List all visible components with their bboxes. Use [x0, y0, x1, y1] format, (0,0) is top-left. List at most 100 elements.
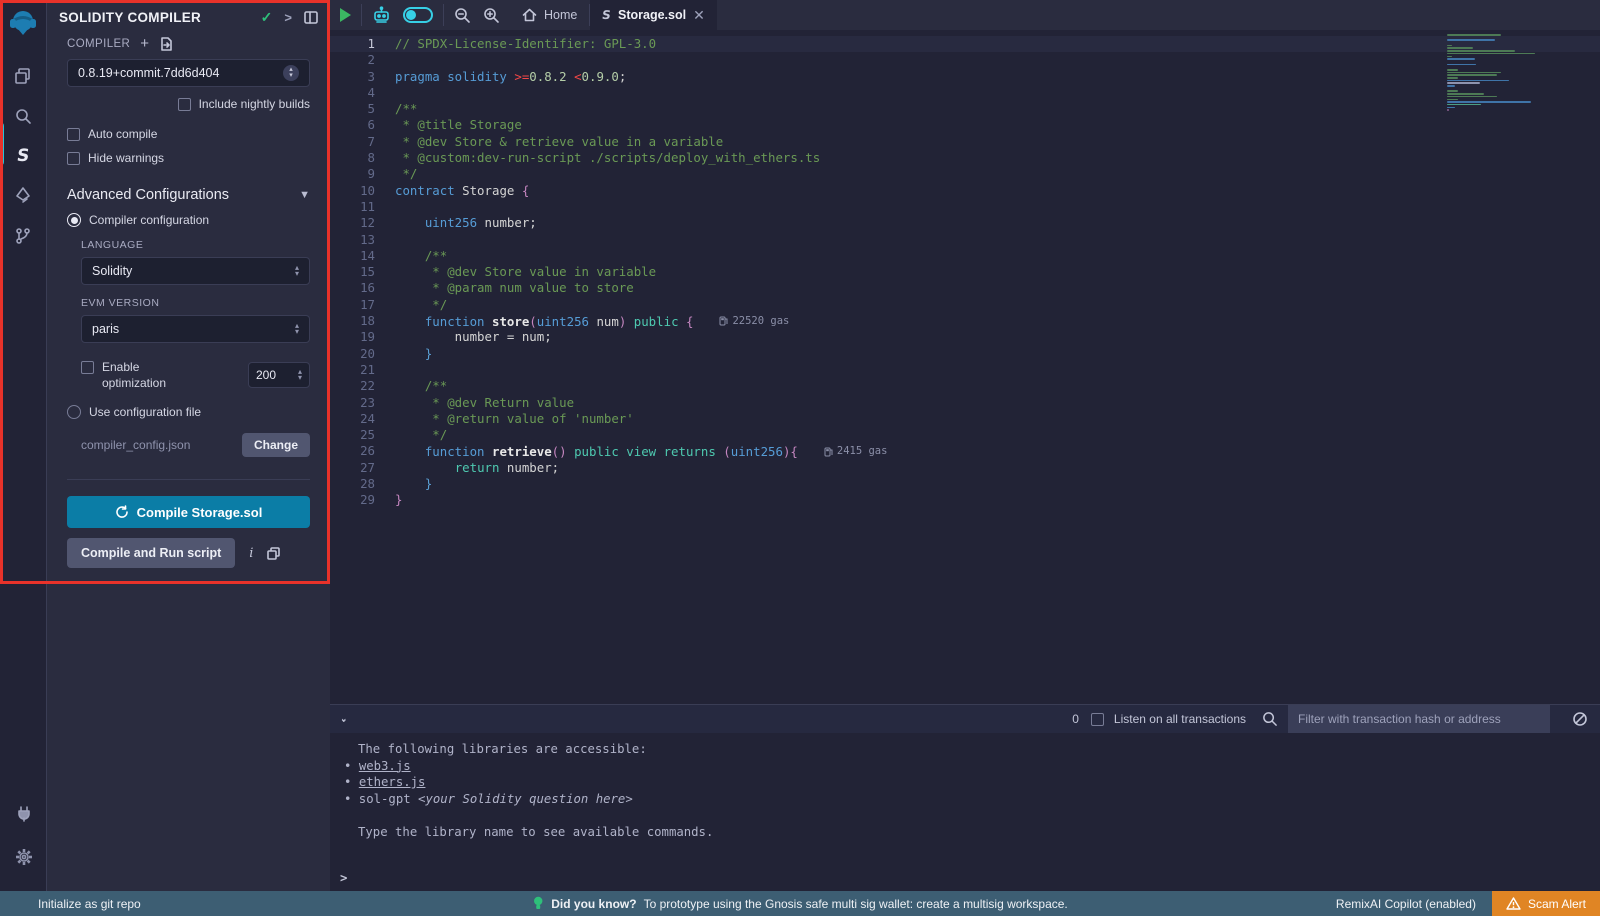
settings-icon[interactable]	[0, 837, 47, 877]
include-nightly-row[interactable]: Include nightly builds	[67, 97, 310, 111]
terminal-line	[330, 807, 1600, 824]
line-number: 6	[330, 117, 375, 133]
line-number: 23	[330, 395, 375, 411]
git-init-button[interactable]: Initialize as git repo	[38, 897, 141, 911]
version-stepper-icon: ▴▾	[283, 65, 299, 81]
code-line: 15 * @dev Store value in variable	[330, 264, 1600, 280]
git-icon[interactable]	[0, 216, 47, 256]
compiler-configuration-row[interactable]: Compiler configuration	[67, 213, 310, 227]
code-line: 10contract Storage {	[330, 183, 1600, 199]
solidity-compiler-icon[interactable]: S	[0, 136, 47, 176]
library-link[interactable]: ethers.js	[359, 775, 426, 789]
scam-alert-badge[interactable]: Scam Alert	[1492, 891, 1600, 916]
library-link[interactable]: web3.js	[359, 759, 411, 773]
line-number: 20	[330, 346, 375, 362]
compiler-configuration-label: Compiler configuration	[89, 213, 209, 227]
optimization-runs-input[interactable]: 200 ▴▾	[248, 362, 310, 388]
compiler-version-select[interactable]: 0.8.19+commit.7dd6d404 ▴▾	[67, 59, 310, 87]
listen-transactions-label: Listen on all transactions	[1114, 712, 1246, 726]
did-you-know-tip: Did you know? To prototype using the Gno…	[532, 896, 1068, 911]
enable-optimization-checkbox[interactable]	[81, 361, 94, 374]
split-panel-icon[interactable]	[304, 11, 318, 24]
editor-minimap[interactable]	[1447, 34, 1540, 112]
code-line: 20 }	[330, 346, 1600, 362]
compile-and-run-button[interactable]: Compile and Run script	[67, 538, 235, 568]
terminal-header: ⌄⌄ 0 Listen on all transactions	[330, 704, 1600, 733]
compiler-section-label: COMPILER	[67, 38, 130, 50]
copilot-toggle[interactable]	[403, 7, 433, 23]
transaction-filter-input[interactable]	[1288, 705, 1550, 734]
hide-warnings-row[interactable]: Hide warnings	[67, 151, 310, 165]
plugin-manager-icon[interactable]	[0, 793, 47, 833]
search-icon[interactable]	[0, 96, 47, 136]
remixai-robot-icon[interactable]	[372, 6, 391, 25]
tab-storage-sol[interactable]: S Storage.sol ✕	[590, 0, 716, 30]
evm-version-select[interactable]: paris ▴▾	[81, 315, 310, 343]
line-number: 4	[330, 85, 375, 101]
terminal-line: • web3.js	[330, 758, 1600, 775]
runs-stepper-icon[interactable]: ▴▾	[298, 369, 302, 382]
auto-compile-checkbox[interactable]	[67, 128, 80, 141]
solidity-compiler-panel: SOLIDITY COMPILER ✓ > COMPILER + 0.8.19+…	[47, 0, 330, 891]
run-script-play-icon[interactable]	[340, 8, 351, 22]
language-select[interactable]: Solidity ▴▾	[81, 257, 310, 285]
gas-estimate: 2415 gas	[824, 443, 888, 459]
panel-divider	[67, 479, 310, 480]
include-nightly-checkbox[interactable]	[178, 98, 191, 111]
use-configuration-file-label: Use configuration file	[89, 405, 201, 419]
code-line: 4	[330, 85, 1600, 101]
advanced-configurations-toggle[interactable]: Advanced Configurations ▼	[67, 187, 310, 203]
line-number: 8	[330, 150, 375, 166]
code-line: 8 * @custom:dev-run-script ./scripts/dep…	[330, 150, 1600, 166]
compiler-configuration-radio[interactable]	[67, 213, 81, 227]
deploy-run-icon[interactable]	[0, 176, 47, 216]
code-line: 22 /**	[330, 378, 1600, 394]
code-line: 7 * @dev Store & retrieve value in a var…	[330, 134, 1600, 150]
remix-logo[interactable]	[8, 8, 38, 38]
collapse-terminal-icon[interactable]: ⌄⌄	[340, 717, 348, 721]
info-icon[interactable]: i	[249, 546, 253, 561]
enable-optimization-label: Enable optimization	[102, 359, 188, 391]
terminal-search-icon[interactable]	[1262, 711, 1278, 727]
compile-button[interactable]: Compile Storage.sol	[67, 496, 310, 528]
auto-compile-row[interactable]: Auto compile	[67, 127, 310, 141]
close-tab-icon[interactable]: ✕	[693, 7, 705, 24]
line-number: 27	[330, 460, 375, 476]
solidity-file-icon: S	[601, 8, 612, 22]
line-number: 2	[330, 52, 375, 68]
terminal-prompt[interactable]: >	[330, 871, 1600, 885]
code-line: 14 /**	[330, 248, 1600, 264]
open-file-icon[interactable]	[159, 37, 172, 51]
line-number: 10	[330, 183, 375, 199]
use-configuration-file-radio[interactable]	[67, 405, 81, 419]
listen-transactions-checkbox[interactable]	[1091, 713, 1104, 726]
add-compiler-icon[interactable]: +	[140, 36, 149, 51]
zoom-in-icon[interactable]	[483, 7, 500, 24]
compiler-version-value: 0.8.19+commit.7dd6d404	[78, 66, 219, 80]
line-number: 13	[330, 232, 375, 248]
tab-bar: Home S Storage.sol ✕	[330, 0, 1600, 30]
code-line: 26 function retrieve() public view retur…	[330, 443, 1600, 459]
line-number: 25	[330, 427, 375, 443]
file-explorer-icon[interactable]	[0, 56, 47, 96]
evm-version-label: EVM VERSION	[81, 297, 310, 309]
line-number: 17	[330, 297, 375, 313]
use-configuration-file-row[interactable]: Use configuration file	[67, 405, 310, 419]
terminal-line: Type the library name to see available c…	[330, 824, 1600, 841]
change-config-button[interactable]: Change	[242, 433, 310, 457]
code-line: 6 * @title Storage	[330, 117, 1600, 133]
code-editor[interactable]: 1// SPDX-License-Identifier: GPL-3.023pr…	[330, 30, 1600, 704]
enable-optimization-row[interactable]: Enable optimization	[81, 359, 188, 391]
editor-column: Home S Storage.sol ✕ 1// SPDX-License-Id…	[330, 0, 1600, 891]
zoom-out-icon[interactable]	[454, 7, 471, 24]
chevron-right-icon[interactable]: >	[284, 10, 292, 25]
clear-console-icon[interactable]	[1560, 711, 1600, 727]
line-number: 14	[330, 248, 375, 264]
tab-home[interactable]: Home	[510, 0, 589, 30]
code-line: 19 number = num;	[330, 329, 1600, 345]
line-number: 9	[330, 166, 375, 182]
hide-warnings-checkbox[interactable]	[67, 152, 80, 165]
terminal-output[interactable]: The following libraries are accessible:•…	[330, 733, 1600, 891]
copilot-status[interactable]: RemixAI Copilot (enabled)	[1336, 897, 1476, 911]
copy-icon[interactable]	[267, 547, 280, 560]
